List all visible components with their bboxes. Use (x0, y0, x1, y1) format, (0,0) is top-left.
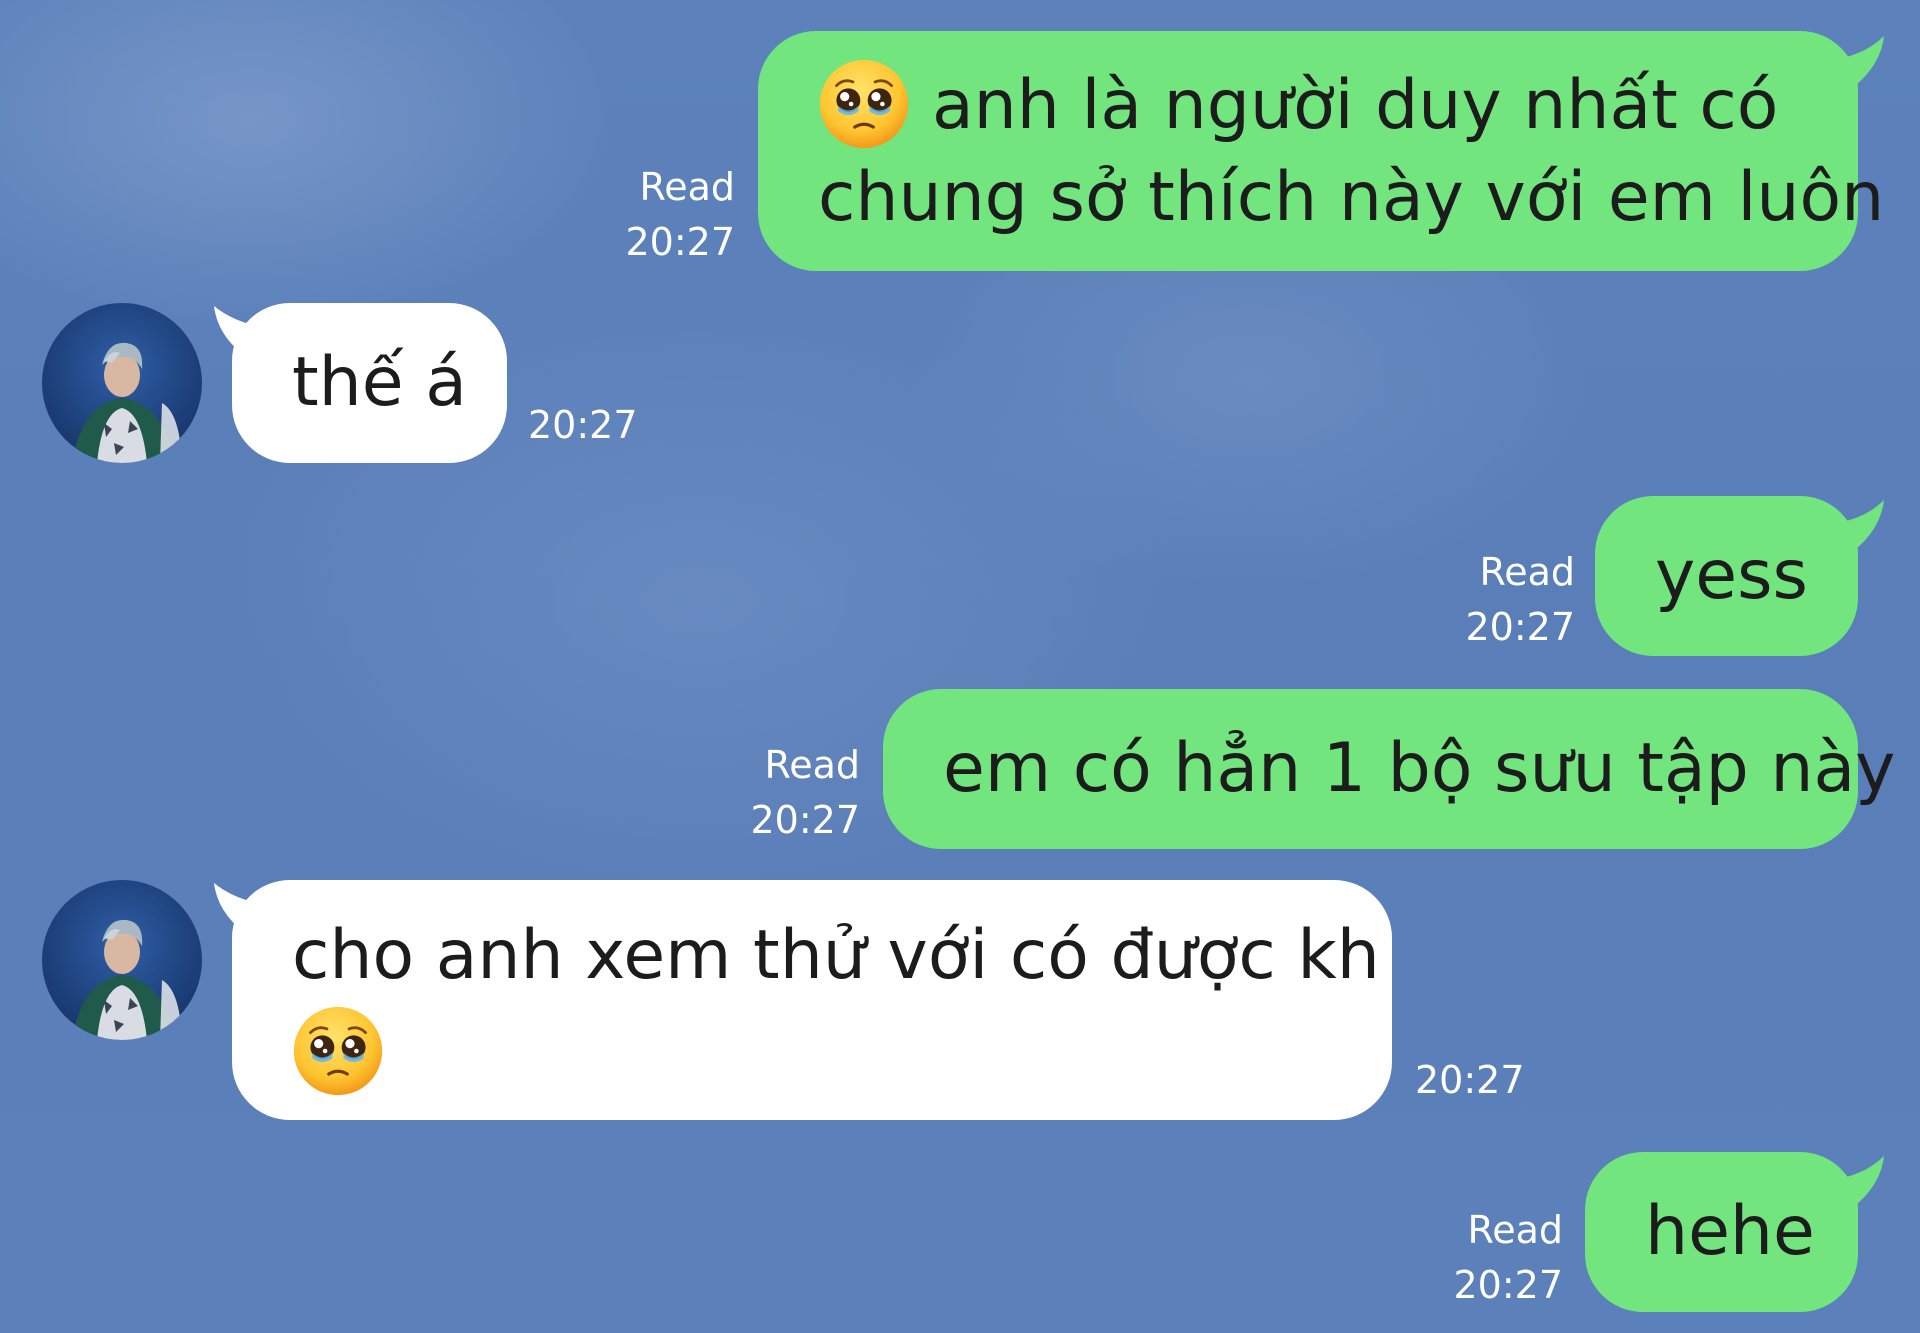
message-time: 20:27 (1415, 1058, 1525, 1102)
message-time: 20:27 (750, 798, 860, 842)
message-time: 20:27 (1465, 605, 1575, 649)
read-status: Read (1467, 1208, 1563, 1252)
read-status: Read (1479, 550, 1575, 594)
message-meta: Read 20:27 (1440, 545, 1575, 655)
message-bubble[interactable]: em có hẳn 1 bộ sưu tập này (883, 689, 1895, 849)
message-time: 20:27 (528, 403, 638, 447)
message-meta: Read 20:27 (1428, 1203, 1563, 1313)
message-bubble[interactable]: cho anh xem thử với có được kh (232, 880, 1392, 1120)
message-bubble[interactable]: hehe (1585, 1152, 1858, 1312)
message-bubble[interactable]: yess (1595, 496, 1858, 656)
pleading-face-emoji-icon (292, 1005, 384, 1097)
read-status: Read (639, 165, 735, 209)
message-text-line: anh là người duy nhất có (932, 66, 1779, 145)
message-bubble[interactable]: thế á (232, 303, 507, 463)
contact-avatar[interactable] (42, 880, 202, 1040)
message-text-line: thế á (292, 343, 467, 422)
message-text-line: em có hẳn 1 bộ sưu tập này (943, 729, 1896, 808)
message-text-line: chung sở thích này với em luôn (818, 158, 1885, 237)
message-meta: Read 20:27 (600, 160, 735, 270)
message-bubble[interactable]: anh là người duy nhất có chung sở thích … (758, 31, 1885, 271)
message-meta: Read 20:27 (725, 738, 860, 848)
message-time: 20:27 (625, 220, 735, 264)
read-status: Read (764, 743, 860, 787)
contact-avatar[interactable] (42, 303, 202, 463)
message-time: 20:27 (1453, 1263, 1563, 1307)
pleading-face-emoji-icon (818, 58, 910, 150)
message-text-line: yess (1655, 536, 1808, 615)
message-text-line: hehe (1645, 1192, 1815, 1271)
message-text-line: cho anh xem thử với có được kh (292, 916, 1380, 995)
